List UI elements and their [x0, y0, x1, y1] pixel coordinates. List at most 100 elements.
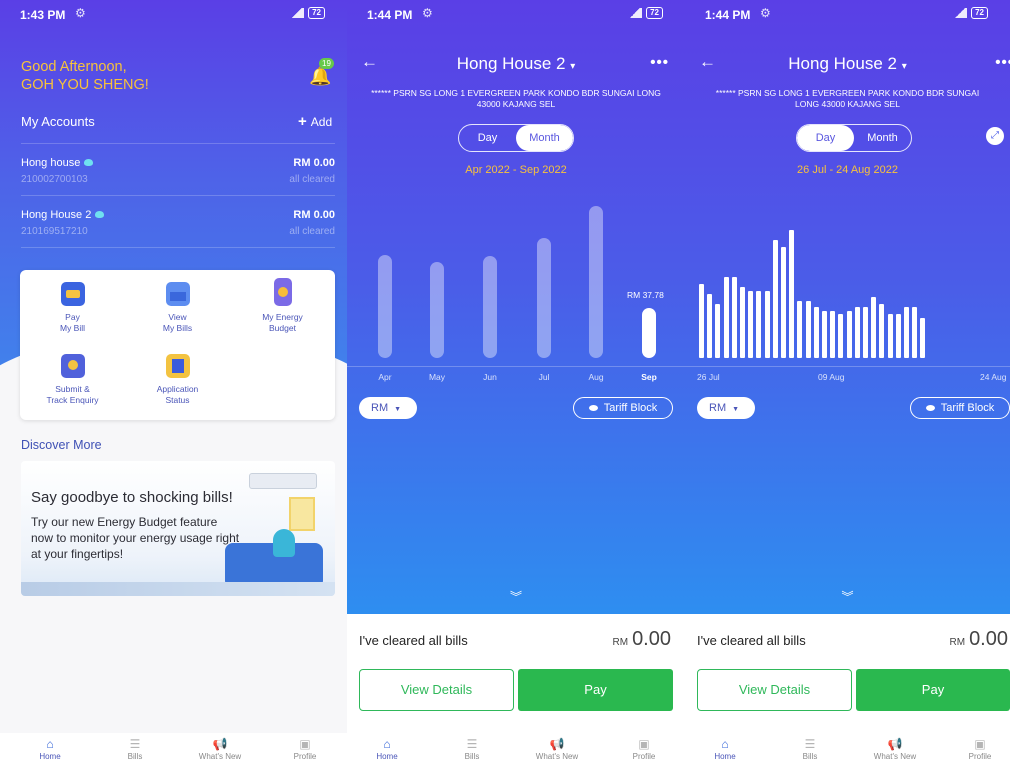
chart-bar[interactable]: [822, 310, 827, 358]
chart-bar[interactable]: [589, 206, 603, 358]
chart-bar[interactable]: [642, 308, 656, 358]
tariff-label: Tariff Block: [603, 402, 658, 414]
status-bar: 1:44 PM ⚙ 72: [347, 0, 685, 26]
chart-bar[interactable]: [838, 314, 844, 358]
notification-bell-icon[interactable]: 🔔 19: [309, 58, 334, 87]
chart-bar[interactable]: [764, 290, 770, 358]
cleared-text: I've cleared all bills: [359, 633, 468, 648]
my-energy-budget-button[interactable]: My Energy Budget: [230, 278, 335, 334]
signal-icon: [953, 8, 968, 18]
chart-bar[interactable]: [805, 300, 811, 358]
add-account-button[interactable]: + Add: [298, 113, 332, 130]
account-selector[interactable]: Hong House 2 ▾: [685, 54, 1010, 74]
daily-usage-screen: 1:44 PM ⚙ 72 ← Hong House 2 ▾ ••• ******…: [685, 0, 1010, 767]
quick-action-label: My Bills: [162, 323, 193, 333]
chart-bar[interactable]: [483, 256, 497, 358]
tariff-block-button[interactable]: Tariff Block: [573, 397, 673, 419]
chart-bar[interactable]: [789, 230, 795, 358]
chart-bar[interactable]: [895, 314, 901, 358]
balance-amount: 0.00: [969, 628, 1008, 650]
pay-button[interactable]: Pay: [856, 669, 1010, 711]
chart-bar[interactable]: [378, 254, 392, 358]
more-options-icon[interactable]: •••: [995, 54, 1010, 71]
chart-bar[interactable]: [430, 261, 444, 358]
view-my-bills-button[interactable]: View My Bills: [125, 282, 230, 334]
nav-whats-new[interactable]: 📢 What's New: [522, 736, 592, 761]
chart-bar[interactable]: [871, 297, 877, 358]
account-row[interactable]: Hong house 210002700103 RM 0.00 all clea…: [21, 143, 335, 195]
profile-icon: ▣: [638, 737, 650, 751]
nav-label: Profile: [632, 752, 656, 761]
banner-floor-stripe: [21, 582, 335, 596]
chart-bar[interactable]: [699, 283, 704, 358]
chart-bar[interactable]: [887, 314, 893, 358]
nav-bills[interactable]: ☰ Bills: [775, 736, 845, 761]
chart-bar[interactable]: [731, 277, 737, 358]
view-details-button[interactable]: View Details: [697, 669, 852, 711]
account-amount: RM 0.00: [293, 157, 335, 169]
tab-day[interactable]: Day: [797, 125, 854, 151]
chart-bar[interactable]: [846, 310, 852, 358]
megaphone-icon: 📢: [212, 737, 228, 751]
more-options-icon[interactable]: •••: [650, 54, 669, 71]
nav-profile[interactable]: ▣ Profile: [945, 736, 1010, 761]
chart-bar[interactable]: [920, 317, 926, 358]
nav-home[interactable]: ⌂ Home: [352, 736, 422, 761]
application-status-button[interactable]: Application Status: [125, 354, 230, 406]
view-details-button[interactable]: View Details: [359, 669, 514, 711]
nav-label: What's New: [198, 752, 242, 761]
chart-bar[interactable]: [879, 304, 885, 358]
submit-track-enquiry-button[interactable]: Submit & Track Enquiry: [20, 354, 125, 406]
chart-bar[interactable]: [830, 310, 836, 358]
nav-label: Bills: [127, 752, 143, 761]
banner-heading: Say goodbye to shocking bills!: [31, 489, 233, 506]
chart-bar[interactable]: [772, 240, 778, 358]
chart-bar[interactable]: [715, 304, 721, 358]
balance-amount: 0.00: [632, 628, 671, 650]
chart-bar[interactable]: [740, 287, 745, 358]
chart-bar[interactable]: [707, 294, 713, 358]
nav-home[interactable]: ⌂ Home: [15, 736, 85, 761]
chart-bar[interactable]: [781, 246, 786, 358]
chart-bar[interactable]: [813, 307, 819, 358]
chart-bar[interactable]: [904, 307, 909, 358]
nav-bills[interactable]: ☰ Bills: [100, 736, 170, 761]
daily-usage-chart: 26 Jul 09 Aug 24 Aug: [685, 190, 1010, 390]
caret-down-icon: ▼: [394, 406, 402, 413]
chart-bar[interactable]: [912, 307, 918, 358]
nav-profile[interactable]: ▣ Profile: [270, 736, 340, 761]
chart-bar[interactable]: [537, 237, 551, 358]
chart-bar[interactable]: [863, 307, 868, 358]
energy-budget-promo-banner[interactable]: Say goodbye to shocking bills! Try our n…: [21, 461, 335, 596]
nav-label: Home: [39, 752, 61, 761]
pay-button[interactable]: Pay: [518, 669, 673, 711]
chart-bar[interactable]: [723, 277, 729, 358]
nav-whats-new[interactable]: 📢 What's New: [860, 736, 930, 761]
nav-bills[interactable]: ☰ Bills: [437, 736, 507, 761]
tab-month[interactable]: Month: [516, 125, 573, 151]
pay-my-bill-button[interactable]: Pay My Bill: [20, 282, 125, 334]
battery-icon: 72: [971, 7, 988, 19]
nav-whats-new[interactable]: 📢 What's New: [185, 736, 255, 761]
bottom-nav: ⌂ Home ☰ Bills 📢 What's New ▣ Profile: [0, 733, 347, 767]
rotate-fullscreen-icon[interactable]: ⤢: [986, 127, 1004, 145]
chart-bar[interactable]: [854, 307, 860, 358]
chart-bar[interactable]: [756, 290, 762, 358]
unit-dropdown[interactable]: RM ▼: [359, 397, 417, 419]
status-bar: 1:44 PM ⚙ 72: [685, 0, 1010, 26]
nav-profile[interactable]: ▣ Profile: [609, 736, 679, 761]
unit-dropdown[interactable]: RM ▼: [697, 397, 755, 419]
tariff-block-button[interactable]: Tariff Block: [910, 397, 1010, 419]
chart-bar[interactable]: [748, 290, 754, 358]
pay-bill-icon: [60, 282, 85, 306]
eye-icon: [588, 405, 598, 412]
chart-bar[interactable]: [797, 300, 803, 358]
tab-day[interactable]: Day: [459, 125, 516, 151]
account-selector[interactable]: Hong House 2 ▾: [347, 54, 685, 74]
expand-chevron-icon[interactable]: ︾: [685, 588, 1010, 605]
expand-chevron-icon[interactable]: ︾: [347, 588, 685, 605]
account-row[interactable]: Hong House 2 210169517210 RM 0.00 all cl…: [21, 195, 335, 247]
tab-month[interactable]: Month: [854, 125, 911, 151]
nav-home[interactable]: ⌂ Home: [690, 736, 760, 761]
smart-meter-icon: [84, 159, 94, 166]
